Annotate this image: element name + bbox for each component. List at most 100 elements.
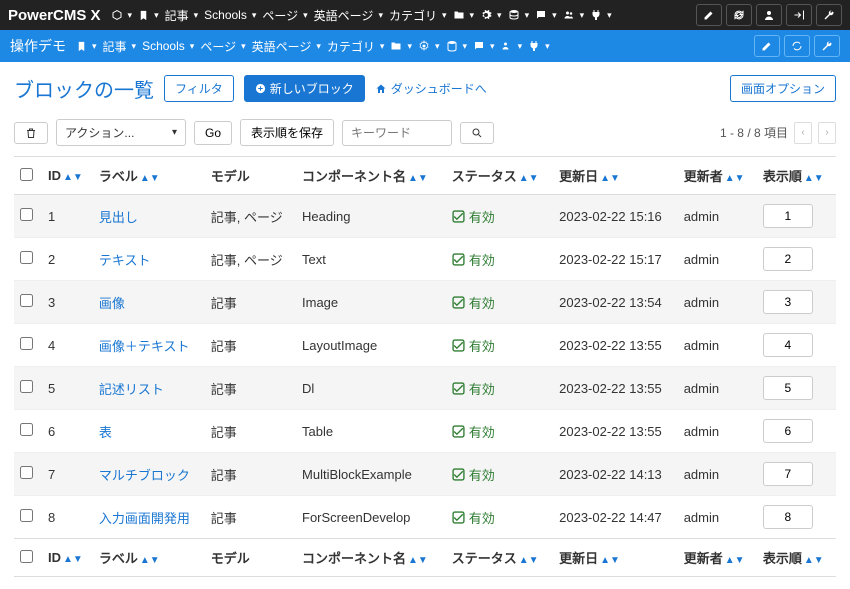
prev-page-button[interactable]: ‹ xyxy=(794,122,812,144)
go-button[interactable]: Go xyxy=(194,121,232,145)
order-input[interactable] xyxy=(763,204,813,228)
cell-label-link[interactable]: マルチブロック xyxy=(99,468,190,483)
keyword-input[interactable] xyxy=(342,120,452,146)
row-checkbox[interactable] xyxy=(20,423,33,436)
users-icon[interactable] xyxy=(563,9,585,21)
delete-button[interactable] xyxy=(14,122,48,144)
cell-label-link[interactable]: 見出し xyxy=(99,210,138,225)
table-row: 3画像記事Image有効2023-02-22 13:54admin xyxy=(14,281,836,324)
cell-label-link[interactable]: 画像＋テキスト xyxy=(99,339,190,354)
status-enabled: 有効 xyxy=(452,336,495,355)
cell-label-link[interactable]: テキスト xyxy=(99,253,151,268)
col-updated[interactable]: 更新日▲▼ xyxy=(553,157,678,195)
order-input[interactable] xyxy=(763,505,813,529)
nav-enpages[interactable]: 英語ページ xyxy=(314,7,383,24)
nav-pages[interactable]: ページ xyxy=(262,7,307,24)
nav-entries[interactable]: 記事 xyxy=(103,38,137,55)
row-checkbox[interactable] xyxy=(20,380,33,393)
nav-schools[interactable]: Schools xyxy=(204,8,256,22)
row-checkbox[interactable] xyxy=(20,208,33,221)
brand[interactable]: PowerCMS X xyxy=(8,7,101,24)
edit-icon[interactable] xyxy=(696,4,722,26)
row-checkbox[interactable] xyxy=(20,509,33,522)
cell-updated: 2023-02-22 14:47 xyxy=(553,496,678,539)
database-icon[interactable] xyxy=(446,40,468,52)
order-input[interactable] xyxy=(763,419,813,443)
row-checkbox[interactable] xyxy=(20,337,33,350)
col-label[interactable]: ラベル▲▼ xyxy=(93,157,205,195)
wrench-icon[interactable] xyxy=(816,4,842,26)
row-checkbox[interactable] xyxy=(20,466,33,479)
database-icon[interactable] xyxy=(508,9,530,21)
gear-icon[interactable] xyxy=(418,40,440,52)
wrench-icon[interactable] xyxy=(814,35,840,57)
refresh-icon[interactable] xyxy=(726,4,752,26)
order-input[interactable] xyxy=(763,290,813,314)
col-updater[interactable]: 更新者▲▼ xyxy=(678,539,757,577)
cell-label-link[interactable]: 記述リスト xyxy=(99,382,164,397)
nav-enpages[interactable]: 英語ページ xyxy=(252,38,321,55)
edit-icon[interactable] xyxy=(754,35,780,57)
cell-label-link[interactable]: 入力画面開発用 xyxy=(99,511,190,526)
col-order[interactable]: 表示順▲▼ xyxy=(757,539,836,577)
nav-categories[interactable]: カテゴリ xyxy=(389,7,447,24)
action-select[interactable]: アクション...▾ xyxy=(56,119,186,146)
logout-icon[interactable] xyxy=(786,4,812,26)
cell-updated: 2023-02-22 13:54 xyxy=(553,281,678,324)
content: ブロックの一覧 フィルタ 新しいブロック ダッシュボードへ 画面オプション アク… xyxy=(0,62,850,589)
col-component[interactable]: コンポーネント名▲▼ xyxy=(296,539,446,577)
nav-entries[interactable]: 記事 xyxy=(165,7,199,24)
order-input[interactable] xyxy=(763,333,813,357)
select-all-footer-checkbox[interactable] xyxy=(20,550,33,563)
col-updated[interactable]: 更新日▲▼ xyxy=(553,539,678,577)
new-block-button[interactable]: 新しいブロック xyxy=(244,75,365,102)
row-checkbox[interactable] xyxy=(20,294,33,307)
header-row: ブロックの一覧 フィルタ 新しいブロック ダッシュボードへ 画面オプション xyxy=(14,74,836,103)
bookmark-icon[interactable] xyxy=(76,41,97,52)
folder-icon[interactable] xyxy=(390,40,412,52)
cell-updated: 2023-02-22 14:13 xyxy=(553,453,678,496)
order-input[interactable] xyxy=(763,376,813,400)
blocks-table: ID▲▼ ラベル▲▼ モデル コンポーネント名▲▼ ステータス▲▼ 更新日▲▼ … xyxy=(14,156,836,577)
order-input[interactable] xyxy=(763,462,813,486)
col-component[interactable]: コンポーネント名▲▼ xyxy=(296,157,446,195)
cell-label-link[interactable]: 表 xyxy=(99,425,112,440)
scope-name[interactable]: 操作デモ xyxy=(10,36,66,56)
user-icon[interactable] xyxy=(756,4,782,26)
plug-icon[interactable] xyxy=(528,40,550,52)
col-status[interactable]: ステータス▲▼ xyxy=(446,539,553,577)
order-input[interactable] xyxy=(763,247,813,271)
users-icon[interactable] xyxy=(501,40,523,52)
dashboard-link[interactable]: ダッシュボードへ xyxy=(375,80,487,97)
cell-model: 記事 xyxy=(205,410,296,453)
toolbar: アクション...▾ Go 表示順を保存 1 - 8 / 8 項目 ‹ › xyxy=(14,119,836,146)
chat-icon[interactable] xyxy=(535,9,557,21)
col-id[interactable]: ID▲▼ xyxy=(42,539,93,577)
chat-icon[interactable] xyxy=(473,40,495,52)
dashboard-label: ダッシュボードへ xyxy=(391,80,487,97)
col-label[interactable]: ラベル▲▼ xyxy=(93,539,205,577)
cell-id: 6 xyxy=(42,410,93,453)
cell-label-link[interactable]: 画像 xyxy=(99,296,125,311)
col-updater[interactable]: 更新者▲▼ xyxy=(678,157,757,195)
filter-button[interactable]: フィルタ xyxy=(164,75,234,102)
save-order-button[interactable]: 表示順を保存 xyxy=(240,119,334,146)
row-checkbox[interactable] xyxy=(20,251,33,264)
nav-pages[interactable]: ページ xyxy=(200,38,245,55)
cube-icon[interactable] xyxy=(111,9,133,21)
cell-updated: 2023-02-22 15:17 xyxy=(553,238,678,281)
folder-icon[interactable] xyxy=(453,9,475,21)
nav-schools[interactable]: Schools xyxy=(142,39,194,53)
next-page-button[interactable]: › xyxy=(818,122,836,144)
gear-icon[interactable] xyxy=(480,9,502,21)
col-status[interactable]: ステータス▲▼ xyxy=(446,157,553,195)
bookmark-icon[interactable] xyxy=(138,10,159,21)
select-all-checkbox[interactable] xyxy=(20,168,33,181)
plug-icon[interactable] xyxy=(590,9,612,21)
col-id[interactable]: ID▲▼ xyxy=(42,157,93,195)
search-button[interactable] xyxy=(460,122,494,144)
nav-categories[interactable]: カテゴリ xyxy=(327,38,385,55)
display-options-button[interactable]: 画面オプション xyxy=(730,75,836,102)
col-order[interactable]: 表示順▲▼ xyxy=(757,157,836,195)
refresh-icon[interactable] xyxy=(784,35,810,57)
